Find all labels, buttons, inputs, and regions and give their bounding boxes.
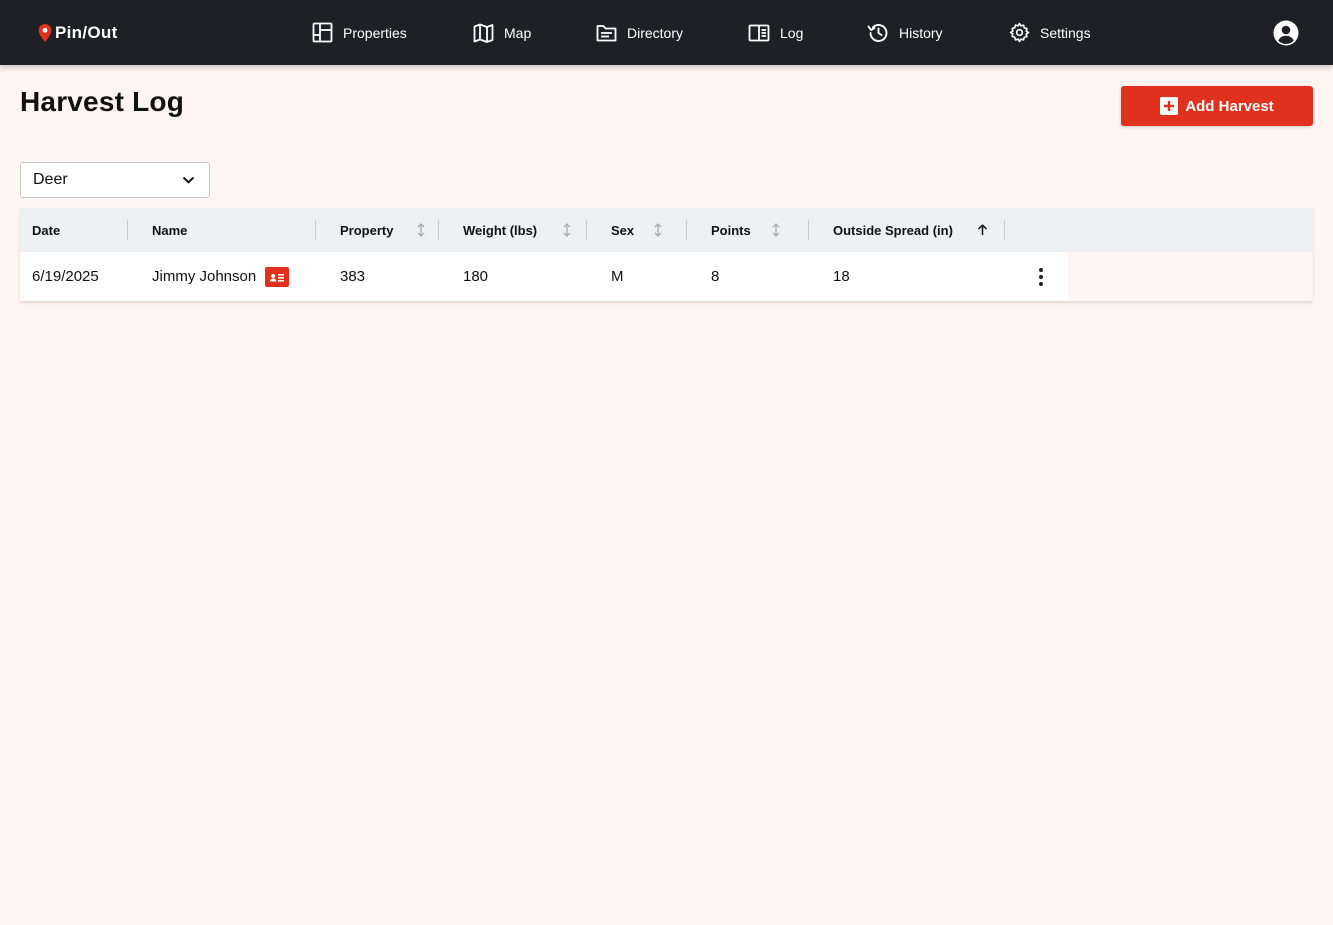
page-title: Harvest Log <box>20 86 185 117</box>
cell-property: 383 <box>340 268 366 285</box>
species-select-value: Deer <box>33 171 68 188</box>
nav-label-map: Map <box>504 24 532 41</box>
sort-icon[interactable] <box>771 223 781 237</box>
sort-ascending-icon[interactable] <box>977 224 988 236</box>
brand-logo[interactable]: Pin/Out <box>38 0 118 65</box>
column-header-points[interactable]: Points <box>711 208 751 252</box>
cell-name: Jimmy Johnson <box>152 252 290 301</box>
column-resize-handle[interactable] <box>315 220 316 240</box>
nav-label-properties: Properties <box>343 24 407 41</box>
column-resize-handle[interactable] <box>127 220 128 240</box>
harvest-table: Date Name Property Weight (lbs) Sex Poin… <box>20 208 1313 301</box>
column-label-sex: Sex <box>611 222 635 238</box>
column-header-outside-spread[interactable]: Outside Spread (in) <box>833 208 953 252</box>
cell-date: 6/19/2025 <box>32 268 99 285</box>
sort-icon[interactable] <box>416 223 426 237</box>
user-circle-icon <box>1273 20 1299 46</box>
column-header-property[interactable]: Property <box>340 208 393 252</box>
map-pin-icon <box>38 23 52 42</box>
column-header-date[interactable]: Date <box>32 208 60 252</box>
column-resize-handle[interactable] <box>808 220 809 240</box>
id-card-icon[interactable] <box>265 266 290 287</box>
nav-item-map[interactable]: Map <box>473 23 596 43</box>
top-nav-bar: Pin/Out Properties Map Directory Log His… <box>0 0 1333 65</box>
main-nav: Properties Map Directory Log History Set… <box>312 0 1129 65</box>
column-header-sex[interactable]: Sex <box>611 208 634 252</box>
add-harvest-label: Add Harvest <box>1185 97 1274 115</box>
cell-points: 8 <box>711 268 720 285</box>
layout-icon <box>312 22 333 43</box>
brand-name: Pin/Out <box>55 22 118 42</box>
gear-icon <box>1009 22 1030 43</box>
folder-icon <box>596 24 617 41</box>
nav-item-settings[interactable]: Settings <box>1009 22 1129 43</box>
account-button[interactable] <box>1273 20 1299 46</box>
column-label-outside-spread: Outside Spread (in) <box>833 222 953 238</box>
nav-label-directory: Directory <box>627 24 684 41</box>
plus-square-icon <box>1160 97 1179 115</box>
add-harvest-button[interactable]: Add Harvest <box>1121 86 1313 126</box>
nav-item-history[interactable]: History <box>867 23 1009 43</box>
table-header: Date Name Property Weight (lbs) Sex Poin… <box>20 208 1313 252</box>
nav-item-directory[interactable]: Directory <box>596 24 748 42</box>
column-label-name: Name <box>152 222 188 238</box>
chevron-down-icon <box>182 176 195 184</box>
row-actions-kebab-icon[interactable] <box>1030 264 1052 290</box>
nav-label-settings: Settings <box>1040 24 1091 41</box>
table-row[interactable]: 6/19/2025 Jimmy Johnson 383 180 M 8 18 <box>20 252 1068 301</box>
column-label-date: Date <box>32 222 61 238</box>
column-resize-handle[interactable] <box>586 220 587 240</box>
map-icon <box>473 23 494 43</box>
column-resize-handle[interactable] <box>1004 220 1005 240</box>
column-label-property: Property <box>340 222 394 238</box>
column-label-weight: Weight (lbs) <box>463 222 538 238</box>
sort-icon[interactable] <box>653 223 663 237</box>
nav-label-log: Log <box>780 24 804 41</box>
book-icon <box>748 24 770 41</box>
column-resize-handle[interactable] <box>438 220 439 240</box>
cell-name-text: Jimmy Johnson <box>152 268 257 285</box>
cell-outside-spread: 18 <box>833 268 850 285</box>
column-resize-handle[interactable] <box>686 220 687 240</box>
nav-item-properties[interactable]: Properties <box>312 22 473 43</box>
nav-item-log[interactable]: Log <box>748 24 867 42</box>
column-header-weight[interactable]: Weight (lbs) <box>463 208 537 252</box>
cell-sex: M <box>611 268 624 285</box>
cell-weight: 180 <box>463 268 489 285</box>
column-header-name[interactable]: Name <box>152 208 187 252</box>
column-label-points: Points <box>711 222 751 238</box>
sort-icon[interactable] <box>562 223 572 237</box>
species-select[interactable]: Deer <box>20 162 210 198</box>
history-icon <box>867 23 888 42</box>
nav-label-history: History <box>899 24 943 41</box>
